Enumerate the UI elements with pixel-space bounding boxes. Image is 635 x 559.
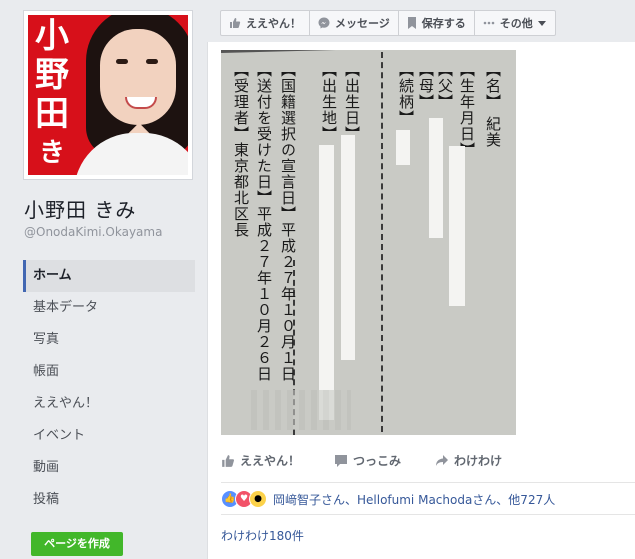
reactions-summary[interactable]: 👍 ♥ ● 岡﨑智子さん、Hellofumi Machodaさん、他727人 <box>221 490 555 508</box>
doc-mother-field: 【母】 <box>417 62 435 110</box>
nav-item-about[interactable]: 基本データ <box>23 292 195 324</box>
comment-button[interactable]: つっこみ <box>334 452 401 469</box>
post-photo[interactable]: 【名】 紀美 【生年月日】 【父】 【母】 【続柄】 【出生日】 【出生地】 【… <box>221 50 516 435</box>
profile-picture[interactable]: 小 野 田 きみ <box>23 10 193 180</box>
nav-item-home[interactable]: ホーム <box>23 260 195 292</box>
doc-nationality-date-field: 【国籍選択の宣言日】平成２７年１０月１日 <box>279 62 297 382</box>
redaction <box>449 146 465 306</box>
doc-name-field: 【名】 紀美 <box>484 62 502 148</box>
nav-item-likes[interactable]: ええやん！ <box>23 388 195 420</box>
share-arrow-icon <box>436 454 449 466</box>
page-action-bar: ええやん！ メッセージ 保存する その他 <box>220 10 556 36</box>
divider <box>221 482 635 483</box>
share-button[interactable]: わけわけ <box>435 452 502 469</box>
doc-received-date-field: 【送付を受けた日】平成２７年１０月２６日 <box>255 62 273 382</box>
nav-item-events[interactable]: イベント <box>23 420 195 452</box>
shares-count[interactable]: わけわけ180件 <box>221 527 304 544</box>
main-column: ええやん！ メッセージ 保存する その他 【名】 紀美 【生年月日】 【父】 【… <box>207 0 635 559</box>
redaction <box>319 145 334 420</box>
message-button[interactable]: メッセージ <box>309 10 399 36</box>
thumbs-up-icon <box>222 454 235 467</box>
more-button[interactable]: その他 <box>473 10 556 36</box>
left-column: 小 野 田 きみ 小野田 きみ @OnodaKimi.Okayama ホーム 基… <box>0 0 207 559</box>
comment-icon <box>335 454 348 467</box>
nav-item-photos[interactable]: 写真 <box>23 324 195 356</box>
page-title: 小野田 きみ <box>24 198 137 222</box>
save-button[interactable]: 保存する <box>397 10 475 36</box>
like-post-button[interactable]: ええやん！ <box>221 452 300 469</box>
doc-birthdate-field: 【生年月日】 <box>458 62 476 158</box>
thumbs-up-icon <box>230 18 241 28</box>
doc-relation-field: 【続柄】 <box>397 62 415 126</box>
post-card: 【名】 紀美 【生年月日】 【父】 【母】 【続柄】 【出生日】 【出生地】 【… <box>207 42 635 559</box>
redaction <box>341 135 355 360</box>
redaction <box>396 130 410 165</box>
doc-birthday-field: 【出生日】 <box>343 62 361 142</box>
nav-item-videos[interactable]: 動画 <box>23 452 195 484</box>
nav-item-posts[interactable]: 投稿 <box>23 484 195 516</box>
bookmark-icon <box>407 17 416 29</box>
avatar-name-text: 小 野 田 きみ <box>32 17 72 175</box>
wow-reaction-icon: ● <box>249 490 267 508</box>
doc-birthplace-field: 【出生地】 <box>320 62 338 142</box>
messenger-icon <box>318 17 330 29</box>
dashed-divider <box>381 52 383 432</box>
doc-father-field: 【父】 <box>436 62 454 110</box>
more-dots-icon <box>483 21 495 25</box>
reactions-text[interactable]: 岡﨑智子さん、Hellofumi Machodaさん、他727人 <box>273 491 555 508</box>
chevron-down-icon <box>537 21 546 26</box>
redaction <box>429 118 443 238</box>
create-page-button[interactable]: ページを作成 <box>31 532 123 556</box>
doc-receiver-field: 【受理者】東京都北区長 <box>232 62 250 238</box>
divider <box>221 514 635 515</box>
post-actions: ええやん！ つっこみ わけわけ <box>221 452 536 469</box>
page-handle[interactable]: @OnodaKimi.Okayama <box>24 225 162 239</box>
page-nav: ホーム 基本データ 写真 帳面 ええやん！ イベント 動画 投稿 <box>23 260 195 516</box>
nav-item-notes[interactable]: 帳面 <box>23 356 195 388</box>
like-page-button[interactable]: ええやん！ <box>220 10 310 36</box>
avatar: 小 野 田 きみ <box>28 15 188 175</box>
